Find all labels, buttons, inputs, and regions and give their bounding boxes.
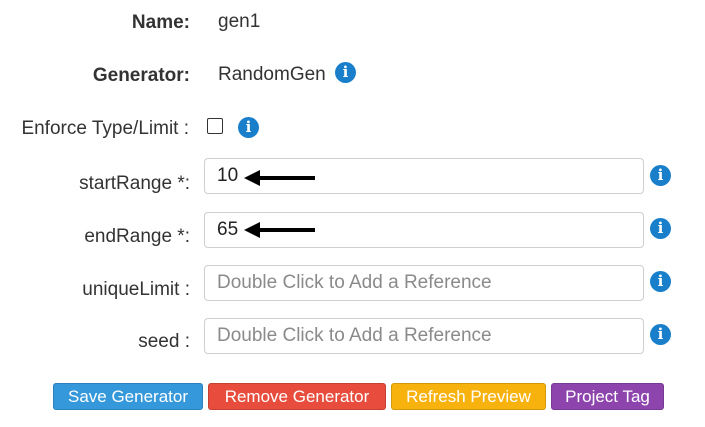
refresh-preview-button[interactable]: Refresh Preview — [391, 383, 546, 410]
remove-generator-button[interactable]: Remove Generator — [208, 383, 386, 410]
enforce-label: Enforce Type/Limit : — [21, 118, 189, 139]
end-range-label: endRange *: — [84, 226, 190, 247]
unique-limit-label: uniqueLimit : — [82, 279, 190, 300]
start-range-info-icon[interactable]: i — [650, 165, 671, 186]
enforce-checkbox[interactable] — [207, 118, 223, 134]
end-range-arrow — [244, 222, 315, 238]
seed-label: seed : — [138, 331, 190, 352]
generator-label: Generator: — [92, 65, 190, 86]
unique-limit-info-icon[interactable]: i — [650, 271, 671, 292]
start-range-label: startRange *: — [79, 173, 190, 194]
name-label: Name: — [131, 12, 190, 33]
generator-value: RandomGen — [218, 64, 326, 85]
name-value: gen1 — [218, 11, 261, 32]
enforce-info-icon[interactable]: i — [238, 117, 259, 138]
start-range-arrow — [244, 170, 315, 186]
seed-input[interactable] — [204, 318, 644, 354]
generator-info-icon[interactable]: i — [335, 62, 356, 83]
project-tag-button[interactable]: Project Tag — [551, 383, 664, 410]
save-generator-button[interactable]: Save Generator — [53, 383, 203, 410]
unique-limit-input[interactable] — [204, 265, 644, 301]
seed-info-icon[interactable]: i — [650, 324, 671, 345]
end-range-info-icon[interactable]: i — [650, 218, 671, 239]
